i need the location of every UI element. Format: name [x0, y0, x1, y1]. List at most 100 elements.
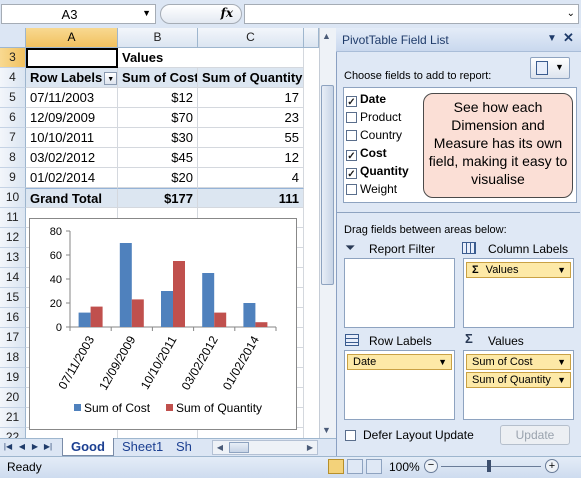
checkbox-icon[interactable] — [346, 112, 357, 123]
chevron-down-icon[interactable]: ▼ — [142, 8, 151, 18]
pivot-chart[interactable]: 0 20 40 60 80 07/11/2003 12/09/2009 10/10/2011 0… — [29, 218, 297, 430]
zoom-slider-thumb[interactable] — [487, 460, 491, 472]
grand-total-cost[interactable]: $177 — [118, 188, 198, 208]
zoom-in-icon[interactable]: + — [545, 459, 559, 473]
zoom-out-icon[interactable]: − — [424, 459, 438, 473]
checkbox-icon[interactable] — [345, 430, 356, 441]
row-header[interactable]: 3 — [0, 48, 26, 68]
horizontal-scroll-thumb[interactable] — [229, 442, 249, 453]
grand-total-quantity[interactable]: 111 — [198, 188, 304, 208]
row-header[interactable]: 17 — [0, 328, 26, 348]
checkbox-checked-icon[interactable]: ✓ — [346, 168, 357, 180]
table-cell[interactable]: $20 — [118, 168, 198, 188]
checkbox-icon[interactable] — [346, 184, 357, 195]
table-cell[interactable]: 17 — [198, 88, 304, 108]
pane-options-icon[interactable]: ▼ — [547, 33, 557, 44]
column-header-d[interactable] — [304, 28, 319, 48]
column-item-values[interactable]: Σ Values ▼ — [466, 262, 571, 278]
row-header[interactable]: 19 — [0, 368, 26, 388]
row-header[interactable]: 20 — [0, 388, 26, 408]
report-filter-area[interactable] — [344, 258, 455, 328]
table-cell[interactable]: $12 — [118, 88, 198, 108]
chevron-down-icon[interactable]: ▼ — [557, 355, 566, 369]
column-header-a[interactable]: A — [26, 28, 118, 48]
column-header-b[interactable]: B — [118, 28, 198, 48]
zoom-slider[interactable] — [441, 466, 541, 467]
page-break-view-icon[interactable] — [366, 459, 382, 474]
checkbox-checked-icon[interactable]: ✓ — [346, 150, 357, 162]
normal-view-icon[interactable] — [328, 459, 344, 474]
zoom-level[interactable]: 100% — [389, 460, 420, 474]
table-cell[interactable]: 55 — [198, 128, 304, 148]
scroll-up-icon[interactable]: ▲ — [322, 31, 331, 41]
close-icon[interactable]: ✕ — [563, 30, 574, 46]
column-header-c[interactable]: C — [198, 28, 304, 48]
table-cell[interactable]: 07/11/2003 — [26, 88, 118, 108]
row-header[interactable]: 13 — [0, 248, 26, 268]
vertical-scroll-thumb[interactable] — [321, 85, 334, 285]
insert-function-button[interactable]: fx — [160, 4, 242, 24]
table-cell[interactable]: 12 — [198, 148, 304, 168]
row-header[interactable]: 11 — [0, 208, 26, 228]
horizontal-scrollbar[interactable]: ◀ ▶ — [212, 440, 318, 455]
next-sheet-icon[interactable]: ▶ — [30, 441, 40, 453]
chevron-down-icon[interactable]: ▼ — [557, 263, 566, 277]
cell-a3[interactable] — [26, 48, 118, 68]
tab-sheet1[interactable]: Sheet1 — [114, 438, 171, 456]
value-item-sum-of-quantity[interactable]: Sum of Quantity ▼ — [466, 372, 571, 388]
checkbox-icon[interactable] — [346, 130, 357, 141]
row-labels-header[interactable]: Row Labels ▼ — [26, 68, 118, 88]
row-header[interactable]: 4 — [0, 68, 26, 88]
cell-c3[interactable] — [198, 48, 304, 68]
scroll-down-icon[interactable]: ▼ — [322, 425, 331, 435]
table-cell[interactable]: 10/10/2011 — [26, 128, 118, 148]
row-header[interactable]: 6 — [0, 108, 26, 128]
filter-dropdown-icon[interactable]: ▼ — [104, 72, 117, 86]
value-item-sum-of-cost[interactable]: Sum of Cost ▼ — [466, 354, 571, 370]
chevron-down-icon[interactable]: ▼ — [438, 355, 447, 369]
sum-of-quantity-header[interactable]: Sum of Quantity — [198, 68, 304, 88]
field-item-product[interactable]: Product — [346, 108, 401, 126]
field-item-weight[interactable]: Weight — [346, 180, 397, 198]
last-sheet-icon[interactable]: ▶| — [43, 441, 53, 453]
table-cell[interactable]: 03/02/2012 — [26, 148, 118, 168]
row-header[interactable]: 9 — [0, 168, 26, 188]
table-cell[interactable]: $30 — [118, 128, 198, 148]
name-box[interactable]: A3 ▼ — [1, 4, 156, 24]
field-item-cost[interactable]: ✓ Cost — [346, 144, 387, 162]
layout-options-button[interactable]: ▼ — [530, 57, 570, 79]
sum-of-cost-header[interactable]: Sum of Cost — [118, 68, 198, 88]
select-all-corner[interactable] — [0, 28, 26, 48]
tab-good[interactable]: Good — [62, 438, 114, 456]
formula-input[interactable]: ⌄ — [244, 4, 579, 24]
table-cell[interactable]: 23 — [198, 108, 304, 128]
field-item-country[interactable]: Country — [346, 126, 402, 144]
row-header[interactable]: 21 — [0, 408, 26, 428]
row-header[interactable]: 18 — [0, 348, 26, 368]
row-header[interactable]: 15 — [0, 288, 26, 308]
field-item-quantity[interactable]: ✓ Quantity — [346, 162, 409, 180]
page-layout-view-icon[interactable] — [347, 459, 363, 474]
scroll-left-icon[interactable]: ◀ — [213, 441, 227, 454]
first-sheet-icon[interactable]: |◀ — [3, 441, 13, 453]
row-header[interactable]: 10 — [0, 188, 26, 208]
table-cell[interactable]: 4 — [198, 168, 304, 188]
table-cell[interactable]: 01/02/2014 — [26, 168, 118, 188]
grand-total-label[interactable]: Grand Total — [26, 188, 118, 208]
chevron-down-icon[interactable]: ▼ — [557, 373, 566, 387]
defer-layout-checkbox[interactable] — [345, 428, 359, 442]
row-header[interactable]: 5 — [0, 88, 26, 108]
tab-sh[interactable]: Sh — [172, 438, 196, 456]
prev-sheet-icon[interactable]: ◀ — [17, 441, 27, 453]
row-header[interactable]: 14 — [0, 268, 26, 288]
table-cell[interactable]: $70 — [118, 108, 198, 128]
table-cell[interactable]: $45 — [118, 148, 198, 168]
scroll-right-icon[interactable]: ▶ — [303, 441, 317, 454]
row-header[interactable]: 12 — [0, 228, 26, 248]
checkbox-checked-icon[interactable]: ✓ — [346, 96, 357, 108]
row-item-date[interactable]: Date ▼ — [347, 354, 452, 370]
update-button[interactable]: Update — [500, 425, 570, 445]
values-header[interactable]: Values — [118, 48, 198, 68]
table-cell[interactable]: 12/09/2009 — [26, 108, 118, 128]
pane-splitter[interactable] — [337, 212, 580, 213]
